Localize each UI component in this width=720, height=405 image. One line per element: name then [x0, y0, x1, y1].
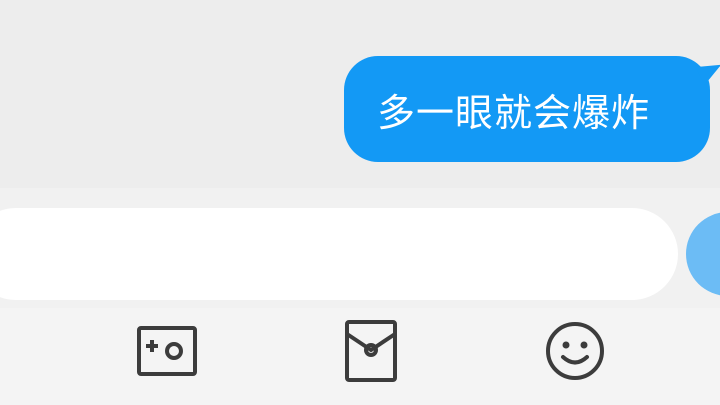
chat-screen: 多一眼就会爆炸 [0, 0, 720, 405]
message-input[interactable] [0, 208, 678, 300]
photo-icon[interactable] [134, 318, 200, 384]
message-text: 多一眼就会爆炸 [377, 90, 651, 135]
red-envelope-icon[interactable] [338, 318, 404, 384]
message-list: 多一眼就会爆炸 [0, 0, 720, 188]
outgoing-message-bubble[interactable]: 多一眼就会爆炸 [344, 56, 710, 162]
emoji-icon[interactable] [542, 318, 608, 384]
